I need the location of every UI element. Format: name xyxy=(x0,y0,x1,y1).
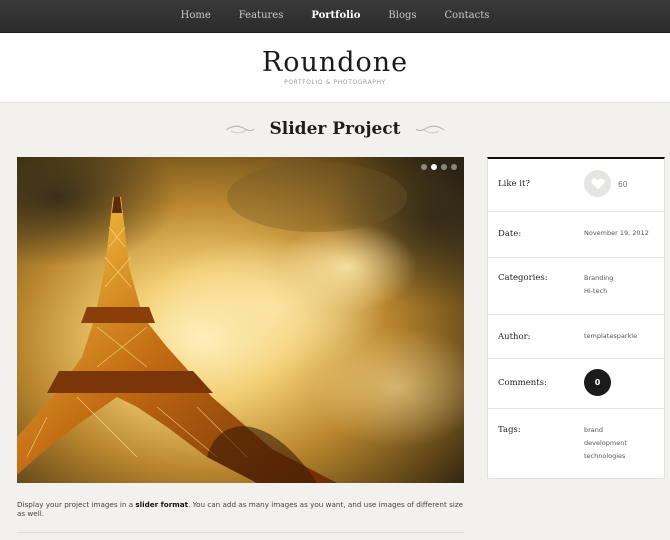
date-value: November 19, 2012 xyxy=(584,229,649,237)
tags-label: Tags: xyxy=(498,425,521,435)
like-label: Like it? xyxy=(498,179,530,189)
comments-label: Comments: xyxy=(498,378,547,388)
heart-icon xyxy=(590,178,605,189)
info-row-date: Date: November 19, 2012 xyxy=(488,212,664,258)
comments-count[interactable]: 0 xyxy=(584,369,611,396)
nav-portfolio[interactable]: Portfolio xyxy=(311,10,360,21)
categories-label: Categories: xyxy=(498,273,548,283)
category-link[interactable]: Hi-tech xyxy=(584,285,613,298)
tag-link[interactable]: technologies xyxy=(584,450,627,463)
tag-link[interactable]: brand xyxy=(584,424,627,437)
nav-home[interactable]: Home xyxy=(181,10,211,21)
slider-pagination xyxy=(421,164,457,170)
nav-contacts[interactable]: Contacts xyxy=(445,10,490,21)
slider-dot-4[interactable] xyxy=(451,164,457,170)
nav-blogs[interactable]: Blogs xyxy=(388,10,416,21)
info-row-like: Like it? 60 xyxy=(488,159,664,212)
page-title: Slider Project xyxy=(269,119,401,139)
info-row-categories: Categories: Branding Hi-tech xyxy=(488,258,664,315)
slider-dot-2[interactable] xyxy=(431,164,437,170)
project-info-panel: Like it? 60 Date: November 19, 2012 Cate… xyxy=(487,157,665,479)
tag-link[interactable]: development xyxy=(584,437,627,450)
author-label: Author: xyxy=(498,332,531,342)
brand-logo[interactable]: Roundone xyxy=(0,47,670,78)
category-link[interactable]: Branding xyxy=(584,272,613,285)
author-value[interactable]: templatesparkle xyxy=(584,330,637,343)
site-header: Roundone PORTFOLIO & PHOTOGRAPHY xyxy=(0,33,670,103)
description-text-start: Display your project images in a xyxy=(17,500,136,509)
tags-list: brand development technologies xyxy=(584,424,627,463)
divider xyxy=(17,532,464,533)
nav-features[interactable]: Features xyxy=(239,10,284,21)
info-row-author: Author: templatesparkle xyxy=(488,315,664,359)
eiffel-tower-photo xyxy=(17,157,464,483)
brand-tagline: PORTFOLIO & PHOTOGRAPHY xyxy=(284,79,386,86)
project-slider[interactable] xyxy=(17,157,464,483)
description-bold: slider format xyxy=(135,500,189,509)
slider-dot-1[interactable] xyxy=(421,164,427,170)
slider-dot-3[interactable] xyxy=(441,164,447,170)
left-flourish-icon xyxy=(226,125,255,134)
categories-list: Branding Hi-tech xyxy=(584,272,613,298)
like-button[interactable] xyxy=(584,170,611,197)
info-row-comments: Comments: 0 xyxy=(488,359,664,409)
info-row-tags: Tags: brand development technologies xyxy=(488,409,664,479)
project-description: Display your project images in a slider … xyxy=(17,500,464,518)
right-flourish-icon xyxy=(415,125,444,134)
top-nav: Home Features Portfolio Blogs Contacts xyxy=(0,0,670,33)
date-label: Date: xyxy=(498,229,522,239)
page-title-bar: Slider Project xyxy=(0,113,670,145)
like-count: 60 xyxy=(618,180,628,189)
